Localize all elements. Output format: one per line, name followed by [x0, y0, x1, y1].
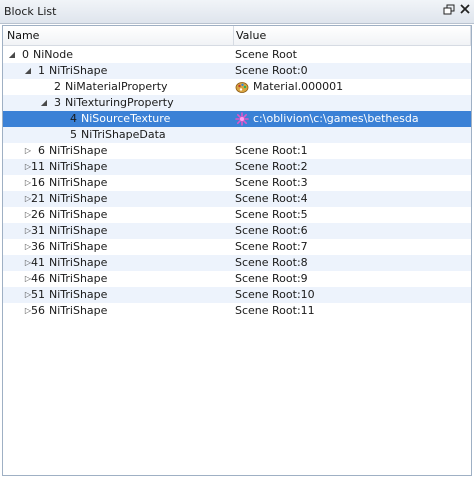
block-index: 3 — [54, 96, 61, 109]
tree-row[interactable]: ▷ 6 NiTriShape Scene Root:1 — [3, 143, 471, 159]
tree-header: Name Value — [3, 26, 471, 46]
tree-row[interactable]: ▷ 31 NiTriShape Scene Root:6 — [3, 223, 471, 239]
tree-row[interactable]: ▷ 21 NiTriShape Scene Root:4 — [3, 191, 471, 207]
block-name: NiMaterialProperty — [65, 80, 168, 93]
block-name: NiTriShape — [49, 144, 108, 157]
block-name: NiTriShape — [49, 304, 108, 317]
block-name: NiTriShape — [49, 176, 108, 189]
block-name: NiTriShape — [49, 256, 108, 269]
block-name: NiTriShape — [49, 208, 108, 221]
block-index: 5 — [70, 128, 77, 141]
block-value: Scene Root:4 — [235, 192, 308, 205]
block-index: 56 — [31, 304, 45, 317]
block-index: 21 — [31, 192, 45, 205]
block-index: 4 — [70, 112, 77, 125]
tree-row[interactable]: ▷ 36 NiTriShape Scene Root:7 — [3, 239, 471, 255]
tree-row[interactable]: 5 NiTriShapeData — [3, 127, 471, 143]
block-value: Scene Root:11 — [235, 304, 315, 317]
block-value: c:\oblivion\c:\games\bethesda — [253, 112, 419, 125]
block-index: 6 — [38, 144, 45, 157]
block-name: NiTriShape — [49, 240, 108, 253]
block-index: 11 — [31, 160, 45, 173]
block-index: 36 — [31, 240, 45, 253]
block-index: 1 — [38, 64, 45, 77]
tree-row[interactable]: ▷ 51 NiTriShape Scene Root:10 — [3, 287, 471, 303]
tree-row[interactable]: ◢ 0 NiNode Scene Root — [3, 47, 471, 63]
tree-row[interactable]: ◢ 1 NiTriShape Scene Root:0 — [3, 63, 471, 79]
block-name: NiTriShape — [49, 160, 108, 173]
tree-row[interactable]: ▷ 16 NiTriShape Scene Root:3 — [3, 175, 471, 191]
tree-row-selected[interactable]: 4 NiSourceTexture c:\oblivion\c:\games\bet… — [3, 111, 471, 127]
tree-row[interactable]: ▷ 46 NiTriShape Scene Root:9 — [3, 271, 471, 287]
panel-title: Block List — [4, 5, 57, 18]
tree-row[interactable]: ▷ 56 NiTriShape Scene Root:11 — [3, 303, 471, 319]
block-name: NiSourceTexture — [81, 112, 171, 125]
block-value: Scene Root — [235, 48, 297, 61]
block-name: NiTriShape — [49, 192, 108, 205]
block-tree-view[interactable]: Name Value ◢ 0 NiNode Scene Root ◢ 1 NiTriShap… — [2, 25, 472, 476]
block-name: NiTriShape — [49, 288, 108, 301]
block-value: Scene Root:0 — [235, 64, 308, 77]
block-index: 41 — [31, 256, 45, 269]
block-value: Scene Root:3 — [235, 176, 308, 189]
block-value: Scene Root:5 — [235, 208, 308, 221]
column-divider[interactable] — [233, 26, 234, 46]
block-index: 0 — [22, 48, 29, 61]
close-icon[interactable] — [458, 4, 472, 18]
tree-row[interactable]: 2 NiMaterialProperty Material.000001 — [3, 79, 471, 95]
block-value: Material.000001 — [253, 80, 344, 93]
block-value: Scene Root:6 — [235, 224, 308, 237]
block-value: Scene Root:9 — [235, 272, 308, 285]
tree-row[interactable]: ◢ 3 NiTexturingProperty — [3, 95, 471, 111]
block-index: 2 — [54, 80, 61, 93]
column-header-value[interactable]: Value — [236, 29, 266, 42]
restore-window-icon[interactable] — [442, 4, 456, 18]
block-list-panel: Block List Name Value ◢ 0 NiNode Scene Root… — [0, 0, 474, 478]
block-name: NiTriShape — [49, 272, 108, 285]
block-index: 51 — [31, 288, 45, 301]
texture-icon — [235, 112, 249, 126]
block-index: 31 — [31, 224, 45, 237]
column-header-name[interactable]: Name — [7, 29, 39, 42]
block-value: Scene Root:7 — [235, 240, 308, 253]
block-index: 46 — [31, 272, 45, 285]
block-name: NiTriShape — [49, 64, 108, 77]
palette-icon — [235, 80, 249, 94]
block-name: NiTriShapeData — [81, 128, 166, 141]
tree-row[interactable]: ▷ 26 NiTriShape Scene Root:5 — [3, 207, 471, 223]
block-value: Scene Root:1 — [235, 144, 308, 157]
block-value: Scene Root:8 — [235, 256, 308, 269]
block-value: Scene Root:2 — [235, 160, 308, 173]
block-index: 16 — [31, 176, 45, 189]
block-name: NiTriShape — [49, 224, 108, 237]
tree-row[interactable]: ▷ 41 NiTriShape Scene Root:8 — [3, 255, 471, 271]
column-divider — [470, 26, 471, 46]
panel-titlebar: Block List — [0, 0, 474, 24]
block-index: 26 — [31, 208, 45, 221]
tree-row[interactable]: ▷ 11 NiTriShape Scene Root:2 — [3, 159, 471, 175]
block-name: NiTexturingProperty — [65, 96, 174, 109]
block-value: Scene Root:10 — [235, 288, 315, 301]
block-name: NiNode — [33, 48, 73, 61]
